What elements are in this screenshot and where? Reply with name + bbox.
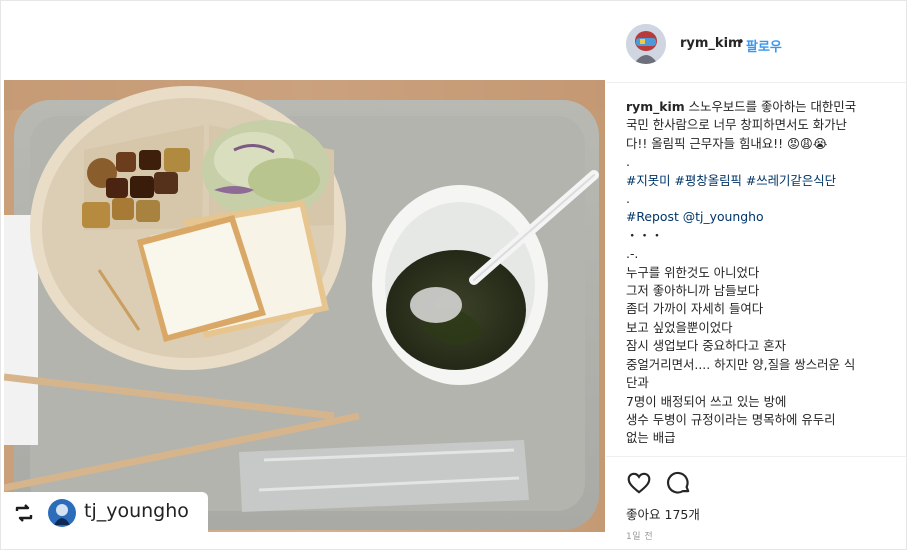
post-time: 1일 전 — [626, 532, 654, 542]
caption-line: ・・・ — [626, 227, 888, 245]
caption-text: . — [626, 154, 630, 170]
caption-username[interactable]: rym_kim — [626, 99, 685, 114]
caption-line: rym_kim 스노우보드를 좋아하는 대한민국 — [626, 98, 888, 116]
caption-text: 보고 싶었을뿐이었다 — [626, 319, 733, 335]
caption-line: . — [626, 190, 888, 208]
heart-icon[interactable] — [626, 470, 652, 496]
actions-divider — [606, 456, 906, 458]
caption-text: 다!! 올림픽 근무자들 힘내요!! 😡😩😭 — [626, 135, 828, 151]
caption-line: #Repost @tj_youngho — [626, 208, 888, 226]
author-username[interactable]: rym_kim — [680, 36, 742, 51]
caption-text: 스노우보드를 좋아하는 대한민국 — [684, 99, 857, 114]
caption-line: 생수 두병이 규정이라는 명목하에 유두리 — [626, 411, 888, 429]
repost-username: tj_youngho — [84, 500, 189, 522]
caption-line: . — [626, 153, 888, 171]
caption-text: 국민 한사람으로 너무 창피하면서도 화가난 — [626, 117, 847, 133]
caption-line: 좀더 가까이 자세히 들여다 — [626, 300, 888, 318]
follow-separator: • — [737, 35, 745, 50]
post-caption: rym_kim 스노우보드를 좋아하는 대한민국 국민 한사람으로 너무 창피하면… — [626, 98, 888, 460]
caption-text: .-. — [626, 246, 639, 262]
post-photo[interactable] — [4, 80, 605, 532]
likes-number: 175개 — [664, 507, 700, 522]
caption-line: 그저 좋아하니까 남들보다 — [626, 282, 888, 300]
caption-line: 다!! 올림픽 근무자들 힘내요!! 😡😩😭 — [626, 135, 888, 153]
likes-label: 좋아요 — [626, 507, 661, 522]
post-sidebar: rym_kim • 팔로우 rym_kim 스노우보드를 좋아하는 대한민국 국민… — [606, 4, 906, 549]
caption-text: 없는 배급 — [626, 430, 676, 446]
caption-text: 그저 좋아하니까 남들보다 — [626, 283, 760, 299]
caption-text: 단과 — [626, 375, 649, 391]
caption-text: 7명이 배정되어 쓰고 있는 방에 — [626, 393, 787, 409]
caption-line: 보고 싶었을뿐이었다 — [626, 319, 888, 337]
caption-hashtags[interactable]: #지못미 #평창올림픽 #쓰레기같은식단 — [626, 173, 836, 188]
meal-tray-photo — [4, 80, 605, 532]
caption-line: 없는 배급 — [626, 429, 888, 447]
caption-hashtags[interactable]: #Repost @tj_youngho — [626, 209, 764, 224]
author-avatar[interactable] — [626, 24, 666, 64]
caption-line: 누구를 위한것도 아니었다 — [626, 264, 888, 282]
caption-text: 잠시 생업보다 중요하다고 혼자 — [626, 338, 787, 354]
caption-line: 단과 — [626, 374, 888, 392]
caption-text: . — [626, 191, 630, 207]
comment-icon[interactable] — [666, 470, 692, 496]
likes-count[interactable]: 좋아요 175개 — [626, 504, 700, 523]
caption-line: 국민 한사람으로 너무 창피하면서도 화가난 — [626, 116, 888, 134]
caption-line: 잠시 생업보다 중요하다고 혼자 — [626, 337, 888, 355]
post-header: rym_kim • 팔로우 — [606, 4, 906, 83]
caption-fade — [626, 448, 888, 460]
caption-line: #지못미 #평창올림픽 #쓰레기같은식단 — [626, 172, 888, 190]
repost-icon — [15, 504, 33, 522]
caption-text: 중얼거리면서.... 하지만 양,질을 쌍스러운 식 — [626, 356, 856, 372]
caption-line: 중얼거리면서.... 하지만 양,질을 쌍스러운 식 — [626, 356, 888, 374]
caption-text: 좀더 가까이 자세히 들여다 — [626, 301, 764, 317]
repost-avatar — [48, 499, 76, 527]
caption-line: .-. — [626, 245, 888, 263]
caption-text: 누구를 위한것도 아니었다 — [626, 264, 760, 280]
caption-text: 생수 두병이 규정이라는 명목하에 유두리 — [626, 411, 836, 427]
post-media: tj_youngho — [4, 4, 605, 548]
repost-badge: tj_youngho — [4, 492, 208, 534]
follow-button[interactable]: 팔로우 — [746, 36, 782, 55]
caption-text: ・・・ — [626, 227, 664, 243]
caption-line: 7명이 배정되어 쓰고 있는 방에 — [626, 393, 888, 411]
